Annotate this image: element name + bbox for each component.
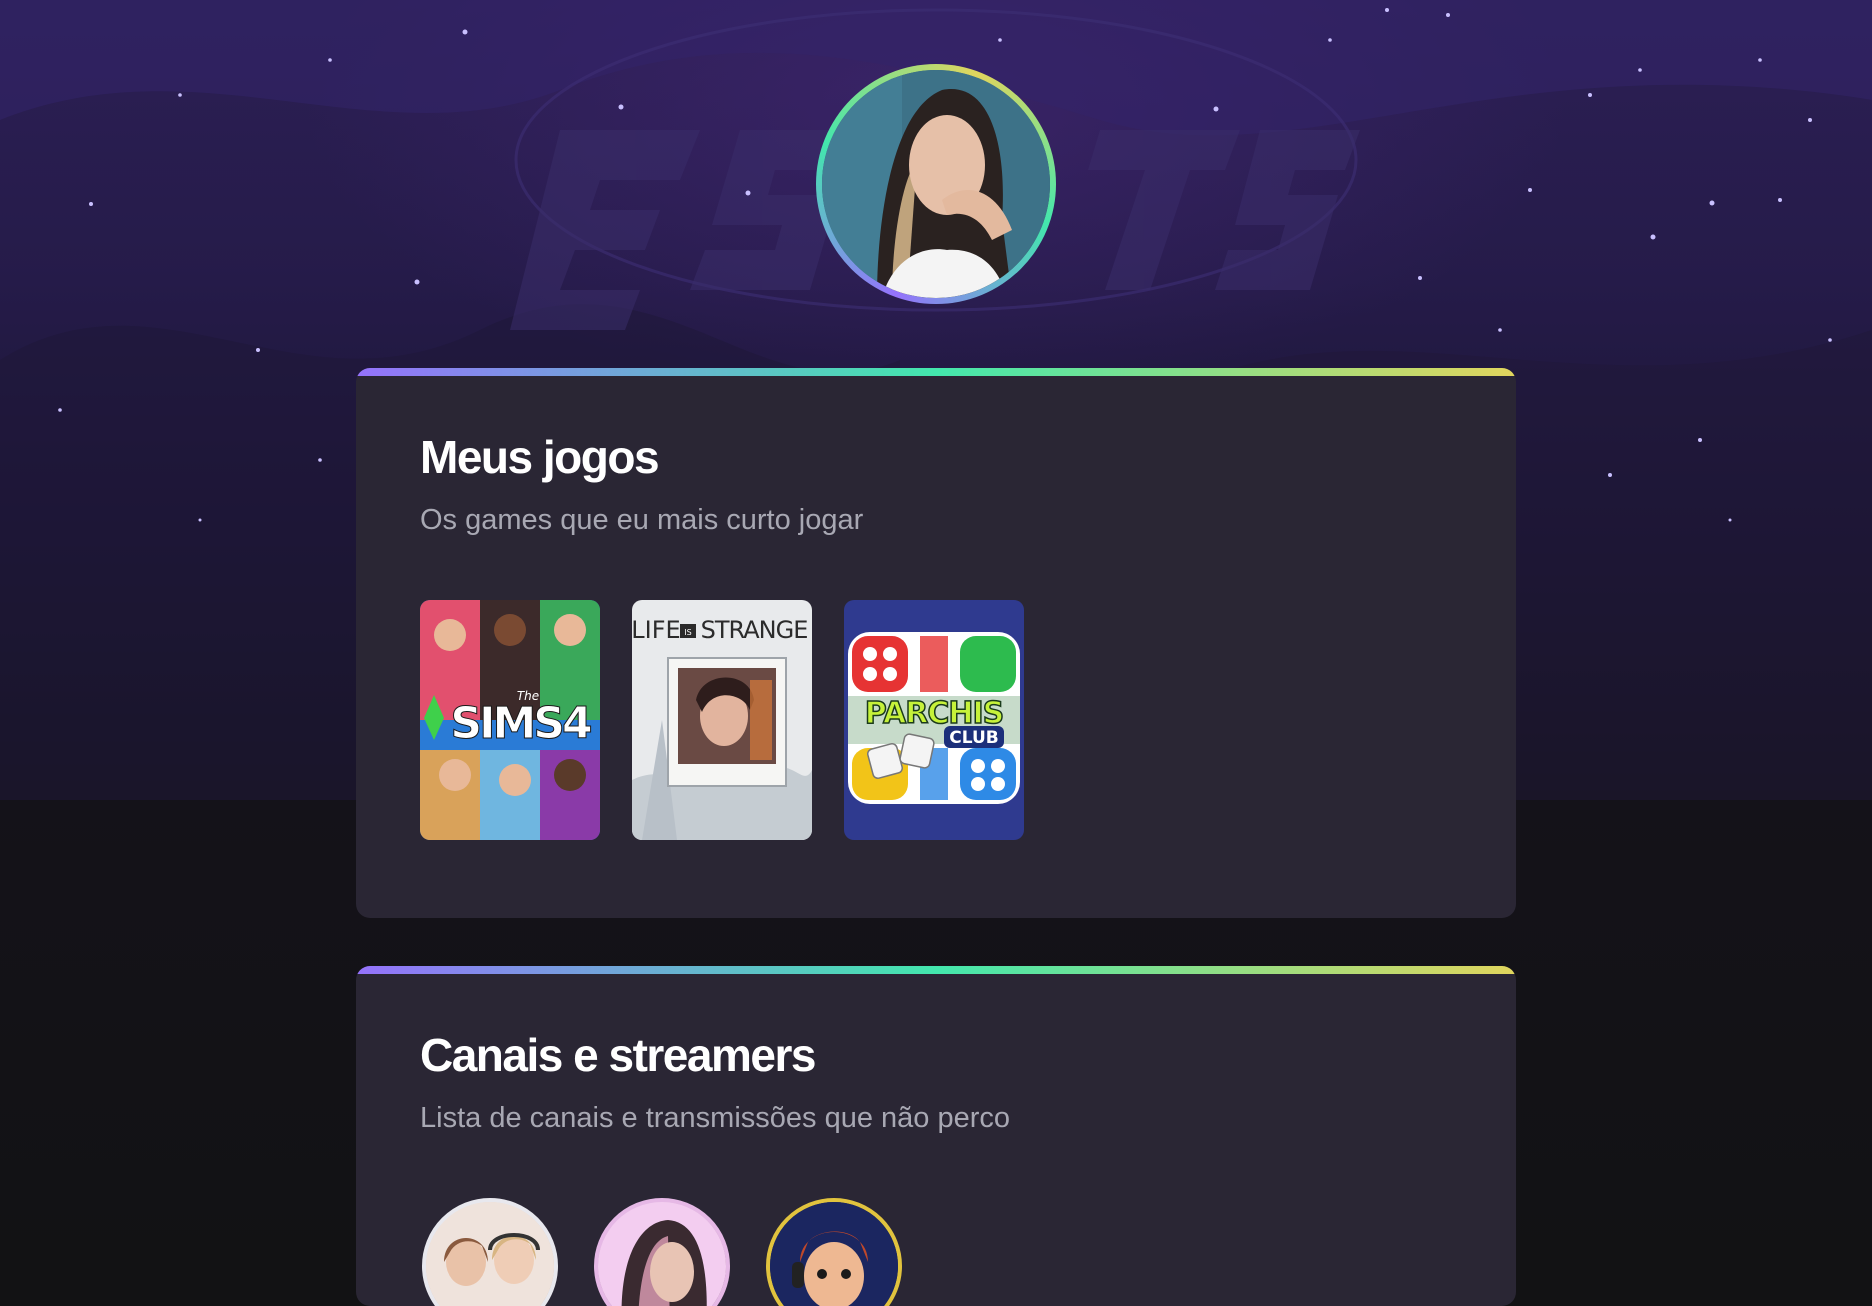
channel-1-avatar-art (426, 1202, 554, 1306)
avatar-portrait-art (822, 70, 1050, 298)
channel-avatar-2[interactable] (594, 1198, 730, 1306)
sims4-cover-art: The SIMS4 (420, 600, 600, 840)
games-section-title: Meus jogos (420, 431, 660, 483)
game-cover-life-is-strange[interactable]: LIFE IS STRANGE (632, 600, 812, 840)
profile-avatar-image (822, 70, 1050, 298)
game-cover-sims4[interactable]: The SIMS4 (420, 600, 600, 840)
channel-3-avatar-art (770, 1202, 898, 1306)
games-card: Meus jogos Os games que eu mais curto jo… (356, 368, 1516, 918)
channel-avatar-3[interactable] (766, 1198, 902, 1306)
channels-card: Canais e streamers Lista de canais e tra… (356, 966, 1516, 1306)
channels-section-title: Canais e streamers (420, 1029, 816, 1081)
svg-text:CLUB: CLUB (949, 728, 998, 748)
svg-text:PARCHIS: PARCHIS (865, 696, 1003, 731)
channel-avatar-1[interactable] (422, 1198, 558, 1306)
game-cover-parchis-club[interactable]: PARCHIS CLUB (844, 600, 1024, 840)
life-is-strange-cover-art: LIFE IS STRANGE (632, 600, 812, 840)
channels-section-subtitle: Lista de canais e transmissões que não p… (420, 1102, 1011, 1134)
profile-avatar[interactable] (816, 64, 1056, 304)
games-section-subtitle: Os games que eu mais curto jogar (420, 504, 864, 536)
channel-2-avatar-art (598, 1202, 726, 1306)
svg-text:STRANGE: STRANGE (701, 616, 808, 644)
svg-text:IS: IS (684, 628, 691, 637)
svg-text:LIFE: LIFE (632, 616, 681, 644)
svg-text:SIMS4: SIMS4 (450, 698, 591, 749)
parchis-club-cover-art: PARCHIS CLUB (844, 600, 1024, 840)
